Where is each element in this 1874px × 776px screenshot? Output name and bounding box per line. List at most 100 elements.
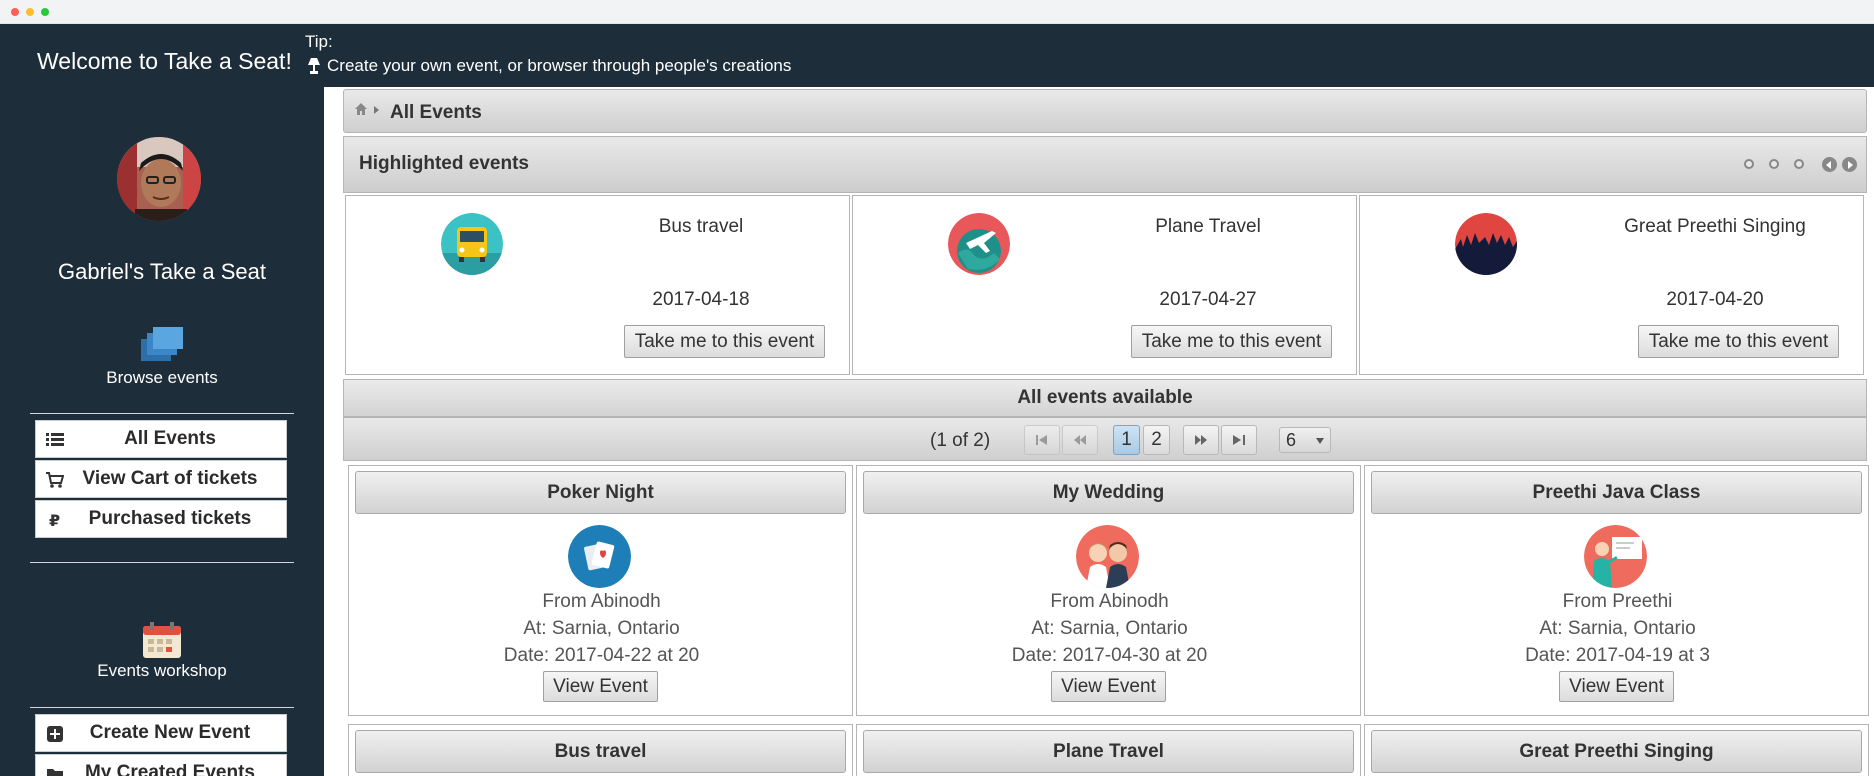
highlighted-events-header: Highlighted events bbox=[343, 136, 1867, 193]
event-card: My Wedding From Abinodh At: Sarnia, Onta… bbox=[856, 465, 1361, 716]
highlighted-event-name: Plane Travel bbox=[1155, 216, 1261, 237]
highlighted-event-card: Bus travel 2017-04-18 Take me to this ev… bbox=[345, 195, 850, 375]
event-card: Preethi Java Class From Preethi At: Sarn… bbox=[1364, 465, 1869, 716]
divider bbox=[30, 413, 294, 414]
folder-icon bbox=[47, 769, 63, 776]
event-location: At: Sarnia, Ontario bbox=[1031, 618, 1188, 639]
event-title: My Wedding bbox=[863, 471, 1354, 514]
svg-text:₽: ₽ bbox=[49, 511, 60, 529]
home-icon[interactable] bbox=[354, 102, 368, 116]
carousel-prev-icon[interactable] bbox=[1822, 157, 1837, 172]
event-date: Date: 2017-04-22 at 20 bbox=[503, 645, 700, 666]
tip-title: Tip: bbox=[305, 32, 333, 51]
cards-icon bbox=[568, 525, 631, 588]
event-card: Great Preethi Singing bbox=[1364, 724, 1869, 776]
highlighted-event-name: Great Preethi Singing bbox=[1624, 216, 1806, 237]
lamp-icon bbox=[308, 58, 320, 74]
divider bbox=[30, 707, 294, 708]
events-workshop-label: Events workshop bbox=[97, 661, 227, 680]
nav-label: All Events bbox=[124, 428, 216, 449]
event-date: Date: 2017-04-19 at 3 bbox=[1525, 645, 1710, 666]
event-location: At: Sarnia, Ontario bbox=[523, 618, 680, 639]
carousel-page-dot[interactable] bbox=[1769, 159, 1779, 169]
plane-icon bbox=[948, 213, 1010, 275]
nav-all-events[interactable]: All Events bbox=[35, 420, 287, 458]
view-event-button[interactable]: View Event bbox=[1559, 671, 1674, 702]
first-page-icon[interactable] bbox=[1024, 425, 1060, 455]
avatar[interactable] bbox=[117, 137, 201, 221]
event-date: Date: 2017-04-30 at 20 bbox=[1011, 645, 1208, 666]
view-event-button[interactable]: View Event bbox=[543, 671, 658, 702]
breadcrumb-separator-icon bbox=[374, 106, 379, 114]
event-location: At: Sarnia, Ontario bbox=[1539, 618, 1696, 639]
event-title: Bus travel bbox=[355, 730, 846, 773]
highlighted-event-name: Bus travel bbox=[658, 216, 744, 237]
rows-per-page-select[interactable]: 6 bbox=[1279, 427, 1331, 453]
event-card: Bus travel bbox=[348, 724, 853, 776]
carousel-page-dot[interactable] bbox=[1744, 159, 1754, 169]
window-close-dot[interactable] bbox=[11, 8, 19, 16]
breadcrumb: All Events bbox=[343, 89, 1867, 133]
nav-label: View Cart of tickets bbox=[82, 468, 258, 489]
chevron-down-icon bbox=[1316, 438, 1324, 444]
paginator: (1 of 2) 1 2 6 bbox=[343, 417, 1867, 461]
teacher-icon bbox=[1584, 525, 1647, 588]
carousel-next-icon[interactable] bbox=[1842, 157, 1857, 172]
take-me-to-event-button[interactable]: Take me to this event bbox=[1638, 325, 1839, 358]
list-icon bbox=[46, 433, 64, 446]
page-report: (1 of 2) bbox=[930, 430, 991, 451]
next-page-icon[interactable] bbox=[1183, 425, 1219, 455]
window-minimize-dot[interactable] bbox=[26, 8, 34, 16]
last-page-icon[interactable] bbox=[1221, 425, 1257, 455]
event-organizer: From Preethi bbox=[1562, 591, 1673, 612]
nav-label: Purchased tickets bbox=[88, 508, 252, 529]
event-title: Great Preethi Singing bbox=[1371, 730, 1862, 773]
event-title: Plane Travel bbox=[863, 730, 1354, 773]
take-me-to-event-button[interactable]: Take me to this event bbox=[1131, 325, 1332, 358]
highlighted-event-date: 2017-04-18 bbox=[652, 289, 750, 310]
calendar-icon bbox=[141, 620, 183, 665]
plus-square-icon bbox=[47, 726, 63, 742]
sidebar: Gabriel's Take a Seat Browse events All … bbox=[0, 87, 324, 776]
welcome-title: Welcome to Take a Seat! bbox=[37, 48, 292, 74]
tip-text: Create your own event, or browser throug… bbox=[327, 56, 792, 75]
event-organizer: From Abinodh bbox=[542, 591, 661, 612]
concert-crowd-icon bbox=[1455, 213, 1517, 275]
highlighted-event-date: 2017-04-20 bbox=[1666, 289, 1764, 310]
page-button[interactable]: 1 bbox=[1113, 425, 1140, 455]
breadcrumb-current[interactable]: All Events bbox=[390, 102, 482, 124]
rows-per-page-value: 6 bbox=[1286, 430, 1297, 450]
ruble-icon: ₽ bbox=[49, 511, 60, 529]
event-organizer: From Abinodh bbox=[1050, 591, 1169, 612]
nav-purchased-tickets[interactable]: ₽ Purchased tickets bbox=[35, 500, 287, 538]
cart-icon bbox=[46, 472, 64, 488]
nav-create-new-event[interactable]: Create New Event bbox=[35, 714, 287, 752]
view-event-button[interactable]: View Event bbox=[1051, 671, 1166, 702]
prev-page-icon[interactable] bbox=[1062, 425, 1098, 455]
event-card: Plane Travel bbox=[856, 724, 1361, 776]
top-bar: Welcome to Take a Seat! Tip: Create your… bbox=[0, 24, 1874, 87]
browse-events-label: Browse events bbox=[106, 368, 218, 387]
highlighted-event-card: Great Preethi Singing 2017-04-20 Take me… bbox=[1359, 195, 1864, 375]
browse-events-icon bbox=[141, 327, 183, 368]
window-maximize-dot[interactable] bbox=[41, 8, 49, 16]
event-title: Preethi Java Class bbox=[1371, 471, 1862, 514]
nav-view-cart[interactable]: View Cart of tickets bbox=[35, 460, 287, 498]
bus-icon bbox=[441, 213, 503, 275]
highlighted-event-card: Plane Travel 2017-04-27 Take me to this … bbox=[852, 195, 1357, 375]
all-events-header: All events available bbox=[343, 379, 1867, 417]
browser-chrome bbox=[0, 0, 1874, 24]
event-card: Poker Night From Abinodh At: Sarnia, Ont… bbox=[348, 465, 853, 716]
take-me-to-event-button[interactable]: Take me to this event bbox=[624, 325, 825, 358]
highlighted-event-date: 2017-04-27 bbox=[1159, 289, 1257, 310]
site-name: Gabriel's Take a Seat bbox=[57, 259, 267, 284]
divider bbox=[30, 562, 294, 563]
tip-message: Create your own event, or browser throug… bbox=[307, 56, 791, 76]
wedding-couple-icon bbox=[1076, 525, 1139, 588]
highlighted-events-title: Highlighted events bbox=[359, 153, 529, 174]
main-content: All Events Highlighted events Bus travel… bbox=[324, 87, 1874, 776]
nav-my-created-events[interactable]: My Created Events bbox=[35, 754, 287, 776]
nav-label: My Created Events bbox=[84, 762, 255, 776]
carousel-page-dot[interactable] bbox=[1794, 159, 1804, 169]
page-button[interactable]: 2 bbox=[1143, 425, 1170, 455]
